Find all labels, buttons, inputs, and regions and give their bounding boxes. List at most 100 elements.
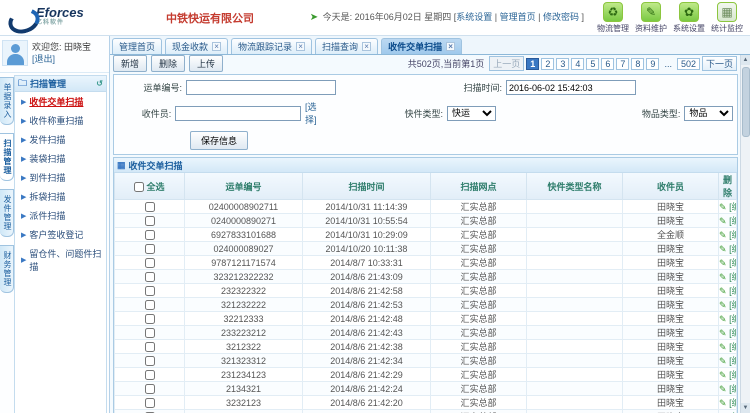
page-number-3[interactable]: 3 [556,58,569,70]
page-number-502[interactable]: 502 [677,58,700,70]
collapse-icon[interactable]: ↺ [96,79,103,88]
sidebar-item-8[interactable]: ▶ 客户签收登记 [15,225,106,244]
edit-link[interactable]: [编辑] [729,342,736,352]
vertical-tab-3[interactable]: 发件管理 [0,189,14,237]
quick-logistics-management[interactable]: ♻ 物流管理 [594,1,632,34]
quick-data-maintenance[interactable]: ✎ 资料维护 [632,1,670,34]
edit-link[interactable]: [编辑] [729,398,736,408]
tab-close-icon[interactable]: × [296,42,305,51]
page-number-7[interactable]: 7 [616,58,629,70]
row-checkbox[interactable] [145,286,155,296]
page-number-9[interactable]: 9 [646,58,659,70]
cell-express-type [527,368,623,382]
next-page-button[interactable]: 下一页 [702,56,737,71]
tab-close-icon[interactable]: × [446,42,455,51]
row-checkbox[interactable] [145,314,155,324]
menu-group-title[interactable]: 🗀 扫描管理 ↺ [15,76,106,92]
table-row: 231234123 2014/8/6 21:42:29 汇实总部 田晓宝 ✎ [… [115,368,737,382]
upload-button[interactable]: 上传 [189,55,223,72]
save-button[interactable]: 保存信息 [190,131,248,150]
cell-scan-site: 汇实总部 [431,354,527,368]
row-checkbox[interactable] [145,258,155,268]
sidebar-item-2[interactable]: ▶ 收件称重扫描 [15,111,106,130]
edit-link[interactable]: [编辑] [729,300,736,310]
vertical-tab-1[interactable]: 单据录入 [0,77,14,125]
tab-label: 现金收款 [172,40,208,53]
add-button[interactable]: 新增 [113,55,147,72]
delete-button[interactable]: 删除 [151,55,185,72]
quick-system-settings[interactable]: ✿ 系统设置 [670,1,708,34]
vertical-scrollbar[interactable]: ▲ ▼ [740,55,750,413]
page-number-1[interactable]: 1 [526,58,539,70]
tab-close-icon[interactable]: × [212,42,221,51]
tab-1[interactable]: 管理首页 [112,38,162,54]
cell-scan-site: 汇实总部 [431,200,527,214]
tab-2[interactable]: 现金收款 × [165,38,228,54]
cell-scan-site: 汇实总部 [431,270,527,284]
edit-link[interactable]: [编辑] [729,230,736,240]
cell-waybill: 3212322 [185,340,303,354]
tab-4[interactable]: 扫描查询 × [315,38,378,54]
page-number-2[interactable]: 2 [541,58,554,70]
sidebar-item-1[interactable]: ▶ 收件交单扫描 [15,92,106,111]
edit-link[interactable]: [编辑] [729,202,736,212]
edit-link[interactable]: [编辑] [729,356,736,366]
row-checkbox[interactable] [145,342,155,352]
edit-link[interactable]: [编辑] [729,258,736,268]
row-checkbox[interactable] [145,356,155,366]
link-change-password[interactable]: 修改密码 [543,12,579,22]
waybill-input[interactable] [186,80,336,95]
sidebar-item-3[interactable]: ▶ 发件扫描 [15,130,106,149]
scroll-thumb[interactable] [742,67,750,137]
sidebar-item-6[interactable]: ▶ 拆袋扫描 [15,187,106,206]
edit-link[interactable]: [编辑] [729,384,736,394]
prev-page-button[interactable]: 上一页 [489,56,524,71]
edit-link[interactable]: [编辑] [729,314,736,324]
row-checkbox[interactable] [145,244,155,254]
express-type-select[interactable]: 快运 [447,106,496,121]
goods-type-select[interactable]: 物品 [684,106,733,121]
select-all-checkbox[interactable] [134,182,144,192]
sidebar-item-4[interactable]: ▶ 装袋扫描 [15,149,106,168]
choose-courier-link[interactable]: [选择] [305,100,324,126]
page-number-5[interactable]: 5 [586,58,599,70]
page-number-8[interactable]: 8 [631,58,644,70]
page-number-4[interactable]: 4 [571,58,584,70]
row-checkbox[interactable] [145,216,155,226]
scroll-up-icon[interactable]: ▲ [741,55,750,65]
link-system-settings[interactable]: 系统设置 [456,12,492,22]
quick-stats-monitor[interactable]: ▦ 统计监控 [708,1,746,34]
row-checkbox[interactable] [145,384,155,394]
courier-input[interactable] [175,106,301,121]
vertical-tab-2[interactable]: 扫描管理 [0,133,14,181]
edit-link[interactable]: [编辑] [729,272,736,282]
cell-scan-time: 2014/8/6 21:42:20 [303,396,431,410]
sidebar-item-7[interactable]: ▶ 派件扫描 [15,206,106,225]
pencil-icon: ✎ [719,356,727,366]
vertical-tab-4[interactable]: 财务管理 [0,245,14,293]
cell-waybill: 233223212 [185,326,303,340]
cell-actions: ✎ [编辑] ✕ [删除] [719,312,737,326]
tab-5[interactable]: 收件交单扫描 × [381,38,462,54]
sidebar-item-5[interactable]: ▶ 到件扫描 [15,168,106,187]
edit-link[interactable]: [编辑] [729,370,736,380]
row-checkbox[interactable] [145,398,155,408]
edit-link[interactable]: [编辑] [729,216,736,226]
row-checkbox[interactable] [145,300,155,310]
logout-link[interactable]: [退出] [32,53,91,65]
edit-link[interactable]: [编辑] [729,286,736,296]
row-checkbox[interactable] [145,370,155,380]
sidebar-item-9[interactable]: ▶ 留仓件、问题件扫描 [15,244,106,276]
link-admin-home[interactable]: 管理首页 [500,12,536,22]
edit-link[interactable]: [编辑] [729,328,736,338]
row-checkbox[interactable] [145,202,155,212]
tab-3[interactable]: 物流跟踪记录 × [231,38,312,54]
row-checkbox[interactable] [145,230,155,240]
row-checkbox[interactable] [145,328,155,338]
scroll-down-icon[interactable]: ▼ [741,403,750,413]
scan-time-input[interactable] [506,80,636,95]
row-checkbox[interactable] [145,272,155,282]
tab-close-icon[interactable]: × [362,42,371,51]
edit-link[interactable]: [编辑] [729,244,736,254]
page-number-6[interactable]: 6 [601,58,614,70]
